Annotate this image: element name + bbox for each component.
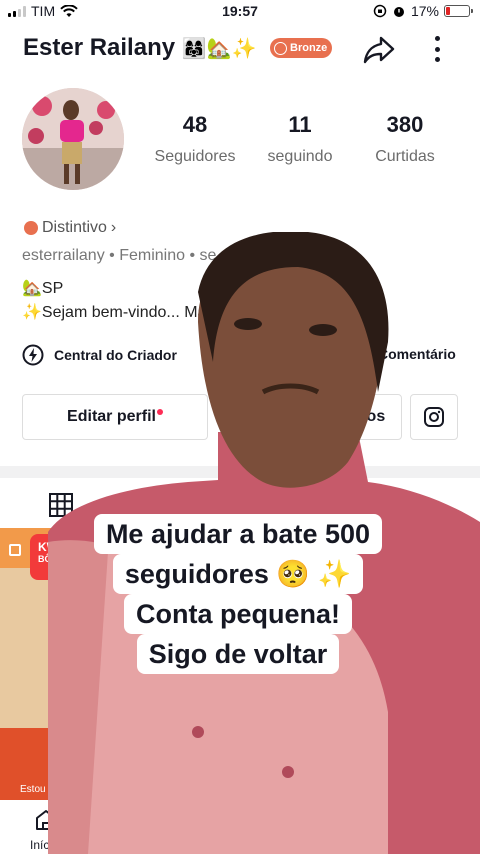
avatar-image [22,88,124,190]
battery-icon [444,5,473,17]
status-right: 17% [373,3,473,19]
level-badge[interactable]: Bronze [270,38,332,58]
followers-label: Seguidores [154,148,236,165]
profile-name: Ester Railany 👩‍👩‍👧🏡✨ [23,34,256,62]
avatar[interactable] [22,88,124,190]
stat-likes[interactable]: 380 Curtidas [350,112,460,166]
following-count: 11 [288,112,312,137]
profile-header: Ester Railany 👩‍👩‍👧🏡✨ Bronze [0,28,480,70]
lock-icon [9,544,21,556]
caption-line: Conta pequena! [123,594,352,634]
thumbnail-caption: Estou [20,784,46,795]
share-icon[interactable] [362,32,396,66]
badge-icon [274,41,287,55]
profile-name-emojis: 👩‍👩‍👧🏡✨ [181,38,257,60]
level-badge-label: Bronze [290,42,328,54]
stat-following[interactable]: 11 seguindo [245,112,355,166]
alarm-icon [393,7,404,17]
caption-line: Me ajudar a bate 500 [93,514,383,554]
profile-name-text: Ester Railany [23,34,176,61]
likes-label: Curtidas [375,148,435,165]
badge-shield-icon [24,221,38,235]
following-label: seguindo [267,148,333,165]
video-caption: Me ajudar a bate 500 seguidores 🥺 ✨ Cont… [70,514,406,674]
battery-percent: 17% [410,3,439,19]
more-options-icon[interactable] [430,34,444,64]
stat-followers[interactable]: 48 Seguidores [140,112,250,166]
likes-count: 380 [386,112,424,137]
status-bar: TIM 19:57 17% [0,0,480,22]
followers-count: 48 [182,112,208,137]
caption-line: seguidores 🥺 ✨ [112,554,364,594]
orientation-lock-icon [373,4,387,18]
lightning-icon [22,344,44,366]
caption-line: Sigo de voltar [136,634,340,674]
